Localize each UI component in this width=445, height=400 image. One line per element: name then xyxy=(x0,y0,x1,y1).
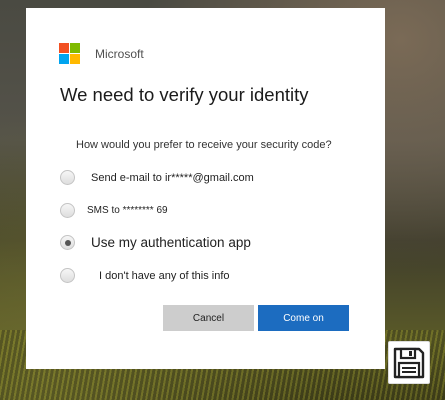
option-email-label: Send e-mail to ir*****@gmail.com xyxy=(91,171,254,184)
option-authenticator-app-label: Use my authentication app xyxy=(91,235,251,250)
floppy-disk-icon[interactable] xyxy=(388,341,430,384)
cancel-button[interactable]: Cancel xyxy=(163,305,254,331)
option-sms-label: SMS to ******** 69 xyxy=(87,205,168,216)
brand-name: Microsoft xyxy=(95,46,144,61)
option-sms[interactable]: SMS to ******** 69 xyxy=(60,203,168,218)
brand-header: Microsoft xyxy=(59,43,144,64)
authenticator-app-radio[interactable] xyxy=(60,235,75,250)
confirm-button[interactable]: Come on xyxy=(258,305,349,331)
email-radio[interactable] xyxy=(60,170,75,185)
page-title: We need to verify your identity xyxy=(60,84,309,105)
microsoft-logo-icon xyxy=(59,43,80,64)
security-code-question: How would you prefer to receive your sec… xyxy=(76,139,332,151)
option-email[interactable]: Send e-mail to ir*****@gmail.com xyxy=(60,170,254,185)
verify-identity-dialog: Microsoft We need to verify your identit… xyxy=(26,8,385,369)
option-authenticator-app[interactable]: Use my authentication app xyxy=(60,235,251,250)
option-no-info[interactable]: I don't have any of this info xyxy=(60,268,230,283)
no-info-radio[interactable] xyxy=(60,268,75,283)
option-no-info-label: I don't have any of this info xyxy=(99,269,230,282)
sms-radio[interactable] xyxy=(60,203,75,218)
